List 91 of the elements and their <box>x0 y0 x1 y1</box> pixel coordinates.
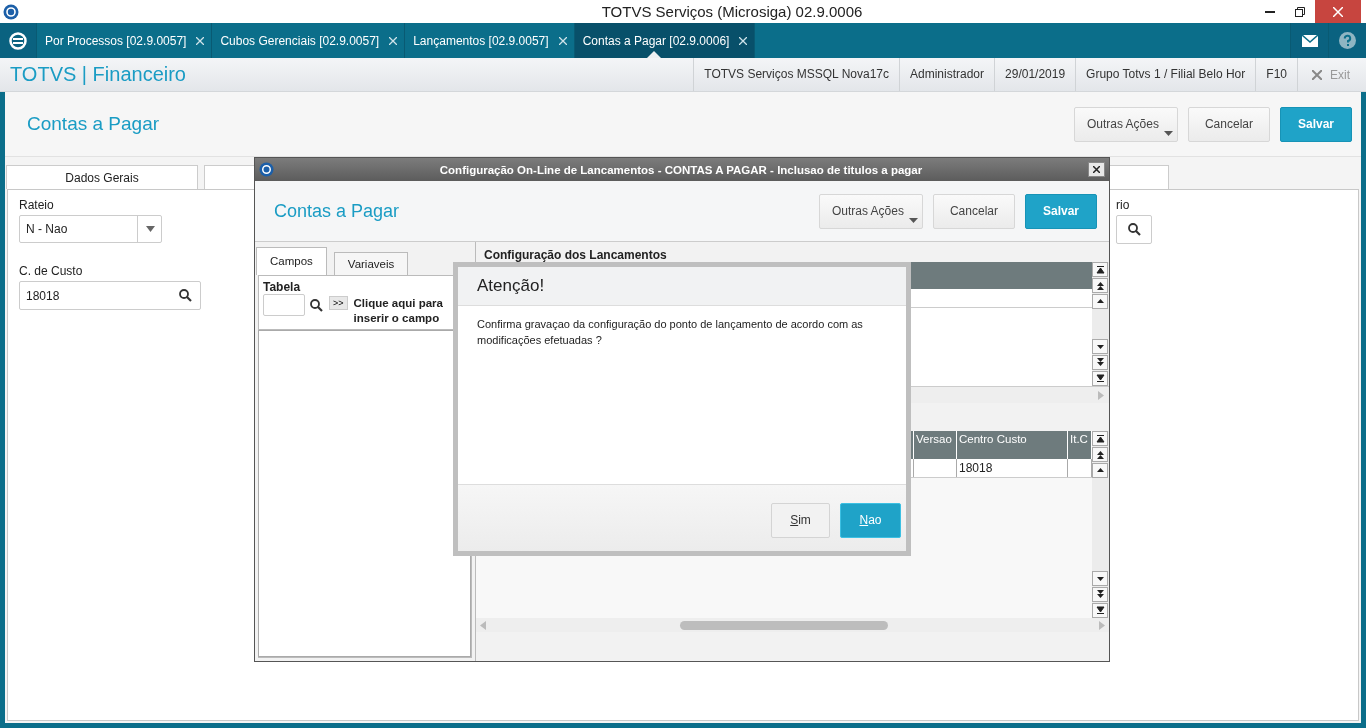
field-label: Rateio <box>19 198 55 213</box>
table-cell: 18018 <box>957 459 1068 477</box>
mail-icon <box>1301 34 1318 47</box>
tab-label: Cubos Gerenciais [02.9.0057] <box>220 33 380 48</box>
header-info: 29/01/2019 <box>994 58 1076 91</box>
caret-icon <box>146 226 155 232</box>
select-field[interactable]: N - Nao <box>19 215 162 243</box>
app-icon <box>3 3 19 20</box>
caret-icon <box>480 620 486 630</box>
insert-hint: Clique aqui para inserir o campo <box>353 296 444 326</box>
caret-icon <box>1095 574 1105 583</box>
scrollbar-thumb[interactable] <box>680 620 888 630</box>
close-icon[interactable] <box>196 36 205 45</box>
close-icon[interactable] <box>389 36 398 45</box>
section-title: Configuração dos Lancamentos <box>483 248 668 262</box>
scroll-button[interactable] <box>1092 339 1108 354</box>
help-icon <box>1339 32 1356 49</box>
caret-icon <box>1099 620 1105 630</box>
scroll-button[interactable] <box>1092 603 1108 618</box>
app-icon <box>259 162 274 177</box>
scroll-button[interactable] <box>1092 463 1108 478</box>
scroll-button[interactable] <box>1092 571 1108 586</box>
search-icon <box>179 289 192 302</box>
close-icon <box>1312 69 1322 80</box>
double-arrow-icon <box>1095 358 1105 367</box>
field-label: rio <box>1116 198 1131 213</box>
action-button[interactable]: Cancelar <box>1187 106 1270 142</box>
field-label: Tabela <box>263 280 302 294</box>
close-icon[interactable] <box>739 36 748 45</box>
window-title: Configuração On-Line de Lancamentos - CONTAS A PAGAR - Inclusao de titulos a pagar <box>438 163 924 176</box>
action-button[interactable]: Outras Ações <box>818 193 923 229</box>
header-info: Grupo Totvs 1 / Filial Belo Hor <box>1075 58 1256 91</box>
logo-icon <box>9 31 27 50</box>
home-button[interactable] <box>0 23 37 58</box>
close-icon <box>1333 6 1343 17</box>
caret-icon <box>1095 342 1105 351</box>
scroll-button[interactable] <box>1092 371 1108 386</box>
window-title: TOTVS Serviços (Microsiga) 02.9.0006 <box>600 3 864 20</box>
action-button[interactable]: Outras Ações <box>1073 106 1178 142</box>
caret-icon <box>908 217 918 223</box>
caret-icon <box>1098 390 1104 400</box>
panel-tab[interactable]: Campos <box>256 247 327 275</box>
double-arrow-icon <box>1095 450 1105 459</box>
tab-pointer-icon <box>646 51 661 58</box>
caret-icon <box>1095 297 1105 306</box>
caret-icon <box>1163 130 1173 136</box>
tab-label: Lançamentos [02.9.0057] <box>413 33 549 48</box>
scroll-button[interactable] <box>1092 278 1108 293</box>
double-arrow-icon <box>1095 374 1105 383</box>
close-icon <box>1093 166 1100 173</box>
page-title: Contas a Pagar <box>27 113 160 135</box>
scroll-button[interactable] <box>1092 262 1108 277</box>
search-icon <box>1127 223 1141 236</box>
search-icon[interactable] <box>310 298 323 312</box>
search-button[interactable] <box>1116 215 1152 244</box>
dialog-title: Atenção! <box>477 276 545 296</box>
header-info: TOTVS Serviços MSSQL Nova17c <box>693 58 899 91</box>
field-label: C. de Custo <box>19 264 84 279</box>
scroll-button[interactable] <box>1092 447 1108 462</box>
action-button[interactable]: Cancelar <box>932 193 1015 229</box>
caret-icon <box>1095 466 1105 475</box>
scroll-button[interactable] <box>1092 355 1108 370</box>
scroll-button[interactable] <box>1092 587 1108 602</box>
header-info: F10 <box>1255 58 1297 91</box>
tab-label: Por Processos [02.9.0057] <box>45 33 187 48</box>
header-info: Administrador <box>899 58 995 91</box>
input-field[interactable]: 18018 <box>19 281 201 310</box>
scroll-button[interactable] <box>1092 431 1108 446</box>
tab-label: Contas a Pagar [02.9.0006] <box>582 33 730 48</box>
double-arrow-icon <box>1095 281 1105 290</box>
mail-button[interactable] <box>1290 23 1328 58</box>
insert-button[interactable]: >> <box>329 296 348 310</box>
double-arrow-icon <box>1095 606 1105 615</box>
panel-tab[interactable]: Variaveis <box>333 252 409 275</box>
form-tab[interactable]: Dados Gerais <box>6 165 198 189</box>
module-tab[interactable]: Contas a Pagar [02.9.0006] <box>574 23 756 58</box>
app-brand: TOTVS | Financeiro <box>10 63 186 86</box>
input-field[interactable] <box>263 294 305 316</box>
dialog-message: Confirma gravaçao da configuração do ponto de lançamento de acordo com as modificações efetuadas ? <box>477 317 864 348</box>
close-button[interactable] <box>1088 162 1105 177</box>
restore-icon <box>1295 6 1305 17</box>
double-arrow-icon <box>1095 265 1105 274</box>
double-arrow-icon <box>1095 434 1105 443</box>
double-arrow-icon <box>1095 590 1105 599</box>
page-title: Contas a Pagar <box>274 200 400 222</box>
minimize-icon <box>1265 10 1275 13</box>
help-button[interactable] <box>1328 23 1366 58</box>
dialog-button[interactable]: Sim <box>771 502 830 538</box>
horizontal-scrollbar[interactable] <box>476 618 1109 632</box>
scroll-button[interactable] <box>1092 294 1108 309</box>
close-icon[interactable] <box>558 36 567 45</box>
